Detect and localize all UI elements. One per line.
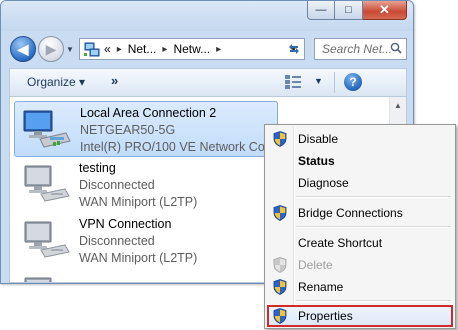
menu-item-bridge-connections[interactable]: Bridge Connections xyxy=(267,202,453,224)
forward-arrow-icon: ▶ xyxy=(45,40,57,57)
menu-item-diagnose[interactable]: Diagnose xyxy=(267,172,453,194)
search-placeholder: Search Net... xyxy=(322,42,393,56)
connection-status: Disconnected xyxy=(79,234,155,248)
uac-shield-icon xyxy=(273,131,287,147)
title-bar: — □ ✕ xyxy=(1,1,413,31)
connection-status: Disconnected xyxy=(79,178,155,192)
uac-shield-icon xyxy=(273,205,287,221)
back-arrow-icon: ◀ xyxy=(17,40,29,57)
menu-separator xyxy=(296,196,451,198)
forward-button[interactable]: ▶ xyxy=(38,36,64,62)
change-view-icon[interactable] xyxy=(284,74,302,90)
menu-item-create-shortcut[interactable]: Create Shortcut xyxy=(267,232,453,254)
menu-item-disable[interactable]: Disable xyxy=(267,128,453,150)
address-bar[interactable]: « ▸ Net... ▸ Netw... ▸ ▼ xyxy=(79,38,305,60)
wan-miniport-icon xyxy=(24,221,70,258)
breadcrumb-separator-icon[interactable]: ▸ xyxy=(162,44,167,55)
back-button[interactable]: ◀ xyxy=(10,36,36,62)
wan-miniport-icon xyxy=(24,165,70,202)
breadcrumb-network-and-internet[interactable]: Net... xyxy=(128,42,157,56)
search-input[interactable]: Search Net... xyxy=(314,38,407,60)
breadcrumb-separator-icon[interactable]: ▸ xyxy=(117,44,122,55)
address-overflow[interactable]: « xyxy=(104,42,111,56)
connection-name: testing xyxy=(79,161,116,175)
connection-item-local-area-connection-2[interactable]: Local Area Connection 2 NETGEAR50-5G Int… xyxy=(14,101,282,157)
connection-device: WAN Miniport (L2TP) xyxy=(79,195,198,209)
uac-shield-icon xyxy=(273,279,287,295)
menu-item-label: Bridge Connections xyxy=(298,206,403,220)
menu-item-label: Create Shortcut xyxy=(298,236,383,250)
menu-item-status[interactable]: Status xyxy=(267,150,453,172)
menu-item-label: Delete xyxy=(298,258,333,272)
navigation-bar: ◀ ▶ ▼ « ▸ Net... ▸ Netw... ▸ ▼ Search Ne… xyxy=(1,31,413,65)
uac-shield-icon xyxy=(273,308,287,324)
view-dropdown-icon[interactable]: ▼ xyxy=(314,76,323,86)
organize-menu-button[interactable]: Organize ▾ xyxy=(27,75,85,89)
connection-device: Intel(R) PRO/100 VE Network Con... xyxy=(80,140,283,154)
menu-item-rename[interactable]: Rename xyxy=(267,276,453,298)
menu-item-label: Properties xyxy=(298,309,353,323)
help-button[interactable]: ? xyxy=(344,73,362,91)
menu-item-properties[interactable]: Properties xyxy=(267,305,453,327)
breadcrumb-separator-icon[interactable]: ▸ xyxy=(216,44,221,55)
search-icon[interactable] xyxy=(390,42,402,54)
menu-item-label: Rename xyxy=(298,280,344,294)
uac-shield-icon xyxy=(273,257,287,273)
breadcrumb-network-connections[interactable]: Netw... xyxy=(173,42,210,56)
refresh-icon[interactable] xyxy=(285,40,303,58)
connection-item-testing[interactable]: testing Disconnected WAN Miniport (L2TP) xyxy=(14,157,278,213)
close-button[interactable]: ✕ xyxy=(363,1,407,20)
menu-item-label: Disable xyxy=(298,132,339,146)
maximize-button[interactable]: □ xyxy=(335,1,363,20)
scroll-up-arrow-icon[interactable]: ▲ xyxy=(390,97,406,114)
connection-name: VPN Connection xyxy=(79,217,172,231)
ethernet-connection-icon xyxy=(23,110,71,148)
wan-miniport-icon xyxy=(24,277,52,282)
connection-item-vpn-connection[interactable]: VPN Connection Disconnected WAN Miniport… xyxy=(14,213,278,269)
network-folder-icon xyxy=(84,41,100,57)
more-commands-button[interactable]: » xyxy=(111,73,118,88)
toolbar-divider xyxy=(334,72,335,93)
menu-separator xyxy=(296,300,451,302)
connection-name: Local Area Connection 2 xyxy=(80,106,217,120)
recent-pages-dropdown[interactable]: ▼ xyxy=(66,45,74,54)
connection-item-partial[interactable] xyxy=(14,269,278,282)
menu-separator xyxy=(296,226,451,228)
command-bar: Organize ▾ » ▼ ? xyxy=(9,68,407,96)
minimize-button[interactable]: — xyxy=(307,1,335,20)
menu-item-label: Status xyxy=(298,154,335,168)
context-menu: Disable Status Diagnose Bridge Connectio… xyxy=(264,124,456,329)
menu-item-delete: Delete xyxy=(267,254,453,276)
caption-buttons: — □ ✕ xyxy=(307,1,407,21)
connection-device: WAN Miniport (L2TP) xyxy=(79,251,198,265)
connection-status: NETGEAR50-5G xyxy=(80,123,176,137)
menu-item-label: Diagnose xyxy=(298,176,349,190)
